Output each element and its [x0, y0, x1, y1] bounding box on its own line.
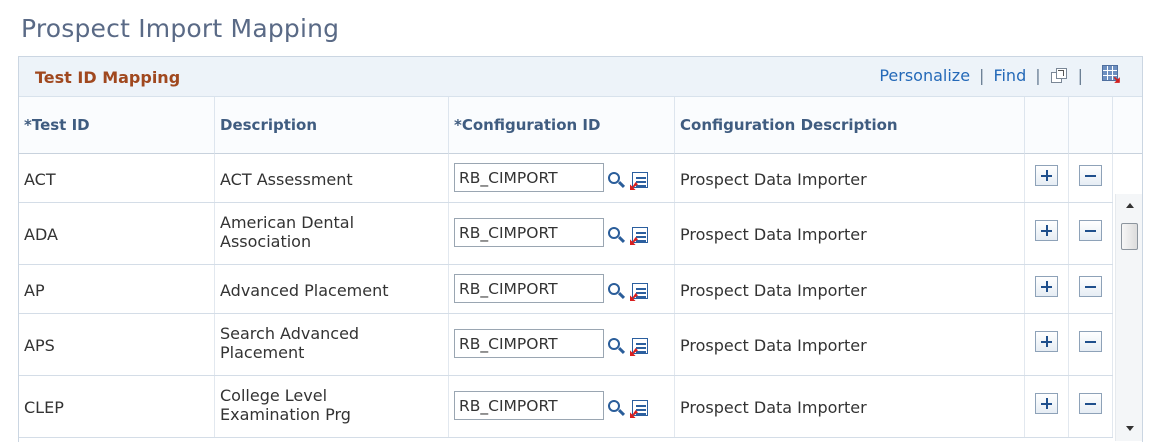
add-row-button[interactable]	[1035, 165, 1058, 186]
grid-title: Test ID Mapping	[35, 68, 181, 87]
download-excel-icon[interactable]	[1102, 65, 1122, 85]
cell-delete	[1069, 265, 1113, 313]
test-id-value: APS	[24, 336, 55, 355]
test-id-value: ACT	[24, 170, 56, 189]
cell-configuration-description: Prospect Data Importer	[675, 203, 1025, 264]
test-id-mapping-grid: Test ID Mapping Personalize | Find | | *…	[18, 56, 1143, 442]
scrollbar-thumb[interactable]	[1121, 223, 1138, 250]
cell-add	[1025, 154, 1069, 202]
cell-description: Advanced Placement	[215, 265, 449, 313]
cell-test-id: ACT	[19, 154, 215, 202]
scroll-down-icon[interactable]	[1126, 426, 1134, 431]
cell-description: American Dental Association	[215, 203, 449, 264]
configuration-id-input[interactable]	[454, 163, 604, 192]
cell-configuration-id	[449, 314, 675, 375]
lookup-search-icon[interactable]	[607, 226, 627, 246]
cell-configuration-description: Prospect Data Importer	[675, 376, 1025, 437]
add-row-button[interactable]	[1035, 220, 1058, 241]
prompt-detail-icon[interactable]	[630, 400, 648, 418]
cell-add	[1025, 265, 1069, 313]
toolbar-separator: |	[979, 66, 985, 85]
prompt-detail-icon[interactable]	[630, 172, 648, 190]
configuration-id-input[interactable]	[454, 329, 604, 358]
cell-add	[1025, 376, 1069, 437]
test-id-value: CLEP	[24, 398, 64, 417]
test-id-value: ADA	[24, 225, 58, 244]
cell-test-id: APS	[19, 314, 215, 375]
add-row-button[interactable]	[1035, 331, 1058, 352]
cell-test-id: AP	[19, 265, 215, 313]
delete-row-button[interactable]	[1079, 393, 1102, 414]
column-header-configuration-description[interactable]: Configuration Description	[675, 97, 1025, 154]
cell-configuration-description: Prospect Data Importer	[675, 154, 1025, 202]
configuration-id-input[interactable]	[454, 274, 604, 303]
description-value: Advanced Placement	[220, 281, 389, 300]
table-row: CLEP College Level Examination Prg Prosp…	[19, 376, 1113, 438]
cell-configuration-id	[449, 154, 675, 202]
cell-add	[1025, 314, 1069, 375]
table-row: AP Advanced Placement Prospect Data Impo…	[19, 265, 1113, 314]
cell-description: Search Advanced Placement	[215, 314, 449, 375]
column-header-configuration-id[interactable]: *Configuration ID	[449, 97, 675, 154]
find-link[interactable]: Find	[993, 66, 1026, 85]
toolbar-separator: |	[1077, 66, 1083, 85]
configuration-id-input[interactable]	[454, 218, 604, 247]
column-header-delete	[1069, 97, 1113, 154]
cell-test-id: ADA	[19, 203, 215, 264]
configuration-description-value: Prospect Data Importer	[680, 336, 867, 355]
prompt-detail-icon[interactable]	[630, 283, 648, 301]
table-row: ADA American Dental Association Prospect…	[19, 203, 1113, 265]
configuration-description-value: Prospect Data Importer	[680, 398, 867, 417]
delete-row-button[interactable]	[1079, 331, 1102, 352]
description-value: American Dental Association	[220, 213, 355, 251]
lookup-search-icon[interactable]	[607, 171, 627, 191]
grid-header: Test ID Mapping Personalize | Find | |	[19, 57, 1142, 97]
prompt-detail-icon[interactable]	[630, 338, 648, 356]
cell-description: College Level Examination Prg	[215, 376, 449, 437]
configuration-description-value: Prospect Data Importer	[680, 281, 867, 300]
cell-delete	[1069, 376, 1113, 437]
cell-configuration-id	[449, 203, 675, 264]
grid-toolbar: Personalize | Find | |	[879, 66, 1092, 85]
prompt-detail-icon[interactable]	[630, 227, 648, 245]
cell-delete	[1069, 203, 1113, 264]
cell-description: ACT Assessment	[215, 154, 449, 202]
lookup-search-icon[interactable]	[607, 399, 627, 419]
delete-row-button[interactable]	[1079, 165, 1102, 186]
cell-configuration-description: Prospect Data Importer	[675, 314, 1025, 375]
configuration-id-input[interactable]	[454, 391, 604, 420]
configuration-description-value: Prospect Data Importer	[680, 225, 867, 244]
description-value: Search Advanced Placement	[220, 324, 360, 362]
table-row: ACT ACT Assessment Prospect Data Importe…	[19, 154, 1113, 203]
toolbar-separator: |	[1035, 66, 1041, 85]
cell-test-id: CLEP	[19, 376, 215, 437]
add-row-button[interactable]	[1035, 276, 1058, 297]
scroll-up-icon[interactable]	[1126, 203, 1134, 208]
view-all-icon[interactable]	[1050, 67, 1069, 84]
delete-row-button[interactable]	[1079, 220, 1102, 241]
column-header-description[interactable]: Description	[215, 97, 449, 154]
table-row: APS Search Advanced Placement Prospect D…	[19, 314, 1113, 376]
description-value: College Level Examination Prg	[220, 386, 351, 424]
configuration-description-value: Prospect Data Importer	[680, 170, 867, 189]
column-header-add	[1025, 97, 1069, 154]
lookup-search-icon[interactable]	[607, 337, 627, 357]
column-header-test-id[interactable]: *Test ID	[19, 97, 215, 154]
page-title: Prospect Import Mapping	[21, 14, 340, 43]
cell-configuration-id	[449, 265, 675, 313]
description-value: ACT Assessment	[220, 170, 353, 189]
add-row-button[interactable]	[1035, 393, 1058, 414]
column-header-scroll	[1113, 97, 1142, 154]
cell-delete	[1069, 314, 1113, 375]
test-id-value: AP	[24, 281, 45, 300]
cell-configuration-description: Prospect Data Importer	[675, 265, 1025, 313]
cell-delete	[1069, 154, 1113, 202]
cell-configuration-id	[449, 376, 675, 437]
lookup-search-icon[interactable]	[607, 282, 627, 302]
grid-scrollbar[interactable]	[1115, 194, 1142, 441]
personalize-link[interactable]: Personalize	[879, 66, 970, 85]
delete-row-button[interactable]	[1079, 276, 1102, 297]
cell-add	[1025, 203, 1069, 264]
